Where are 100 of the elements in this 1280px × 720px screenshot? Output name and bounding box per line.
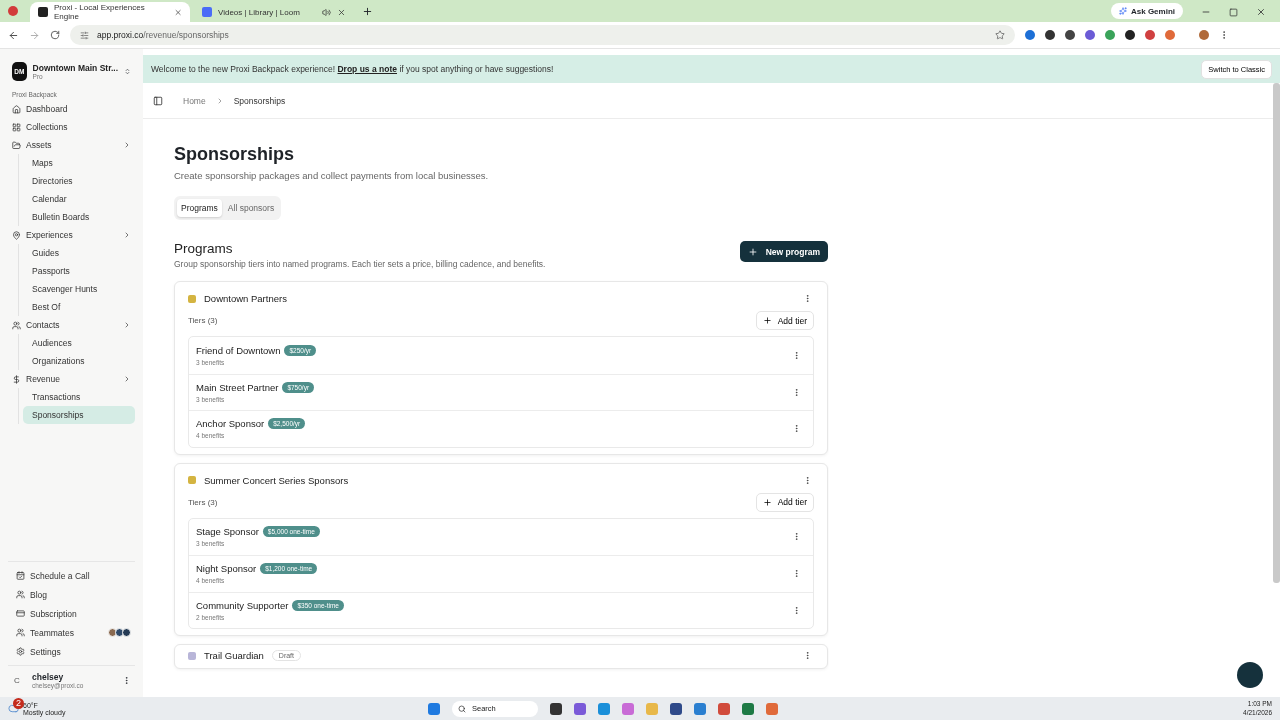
add-tier-button[interactable]: Add tier [755,311,814,330]
nav-subitem[interactable]: Audiences [23,334,135,352]
taskbar-app-icon[interactable] [670,702,682,715]
nav-subitem[interactable]: Scavenger Hunts [23,280,135,298]
notification-badge: 2 [13,697,24,709]
more-icon[interactable] [803,475,812,485]
nav-icon [16,628,25,637]
more-icon[interactable] [803,651,812,660]
nav-subitem[interactable]: Best Of [23,298,135,316]
close-icon[interactable] [1256,7,1266,17]
taskbar-app-icon[interactable] [742,702,754,715]
ask-gemini-button[interactable]: Ask Gemini [1111,3,1183,19]
nav-item[interactable]: Assets [8,136,135,154]
breadcrumb-link[interactable]: Home [183,95,206,106]
more-icon[interactable] [792,424,801,434]
tier-name: Main Street Partner [196,381,279,393]
section-description: Group sponsorship tiers into named programs. Each tier sets a price, billing cadence, and benefits. [174,259,546,269]
page-title: Sponsorships [174,144,295,165]
chat-launcher-button[interactable] [1237,662,1263,688]
favicon-icon [38,7,48,17]
nav-subitem[interactable]: Bulletin Boards [23,208,135,226]
more-icon[interactable] [803,294,812,303]
bookmark-icon[interactable] [995,30,1005,40]
start-icon[interactable] [428,702,440,715]
nav-icon [12,374,21,384]
nav-subitem[interactable]: Directories [23,172,135,190]
search-icon [458,704,466,713]
nav-subitem[interactable]: Maps [23,154,135,172]
more-icon[interactable] [792,605,801,615]
nav-subitem[interactable]: Sponsorships [23,406,135,424]
nav-subitem[interactable]: Calendar [23,190,135,208]
nav-item[interactable]: Settings [8,642,135,661]
back-icon[interactable] [8,29,19,41]
address-bar[interactable]: app.proxi.co/revenue/sponsorships [70,25,1015,45]
org-name[interactable]: Downtown Main Str... [32,62,119,73]
tier-name: Night Sponsor [196,563,257,575]
new-tab-icon[interactable] [362,6,373,17]
plus-icon [747,246,758,257]
nav-item[interactable]: Blog [8,585,135,604]
maximize-icon[interactable] [1229,7,1238,17]
nav-icon [16,571,25,580]
nav-item[interactable]: Contacts [8,316,135,334]
nav-subitem[interactable]: Passports [23,262,135,280]
site-settings-icon[interactable] [80,30,89,40]
switcher-icon[interactable] [124,66,131,76]
more-icon[interactable] [792,350,801,360]
nav-subitem[interactable]: Organizations [23,352,135,370]
record-icon [8,6,18,16]
browser-tab[interactable]: Videos | Library | Loom [194,2,354,22]
plus-icon [762,316,772,325]
tier-name: Community Supporter [196,599,289,611]
speaker-icon [322,7,331,17]
tiers-count: Tiers (3) [188,316,218,325]
chevron-icon [123,141,131,149]
taskbar-app-icon[interactable] [550,702,562,715]
more-icon[interactable] [792,532,801,542]
nav-item[interactable]: Dashboard [8,100,135,118]
reload-icon[interactable] [50,30,60,40]
tiers-count: Tiers (3) [188,497,218,507]
more-icon[interactable] [792,569,801,579]
nav-icon [12,140,21,150]
browser-tab[interactable]: Proxi - Local Experiences Engine [30,2,190,22]
program-name: Trail Guardian [204,650,264,661]
tier-name: Anchor Sponsor [196,418,265,430]
profile-avatar[interactable] [1199,30,1209,40]
tab[interactable]: All sponsors [223,199,279,217]
tier-name: Friend of Downtown [196,344,281,356]
program-name: Downtown Partners [204,293,287,304]
nav-icon [16,590,25,599]
tier-name: Stage Sponsor [196,526,259,538]
nav-item[interactable]: Revenue [8,370,135,388]
more-icon[interactable] [792,387,801,397]
more-icon[interactable] [122,676,131,685]
tab[interactable]: Programs [177,199,222,217]
plus-icon [762,497,772,507]
nav-icon [12,104,21,114]
nav-item[interactable]: Teammates [8,623,135,642]
add-tier-button[interactable]: Add tier [755,492,814,512]
nav-item[interactable]: Schedule a Call [8,566,135,585]
sparkle-icon [1119,7,1127,15]
breadcrumb-current: Sponsorships [233,95,286,106]
program-name: Summer Concert Series Sponsors [204,474,349,486]
page-subtitle: Create sponsorship packages and collect payments from local businesses. [174,170,490,181]
nav-subitem[interactable]: Guides [23,244,135,262]
nav-item[interactable]: Collections [8,118,135,136]
new-program-button[interactable]: New program [739,241,828,262]
nav-icon [12,122,21,132]
sidebar-toggle-icon[interactable] [153,95,163,106]
feedback-link[interactable]: Drop us a note [337,64,397,74]
nav-item[interactable]: Experiences [8,226,135,244]
nav-item[interactable]: Subscription [8,604,135,623]
section-title: Programs [174,241,234,256]
banner-text: Welcome to the new Proxi Backpack experience! Drop us a note if you spot anything or have suggestions! [151,64,555,74]
chevron-icon [123,375,131,383]
user-name: chelsey [32,672,65,682]
nav-icon [16,647,25,656]
favicon-icon [202,7,212,17]
close-icon[interactable] [337,7,346,17]
scrollbar[interactable] [1273,83,1280,583]
nav-subitem[interactable]: Transactions [23,388,135,406]
